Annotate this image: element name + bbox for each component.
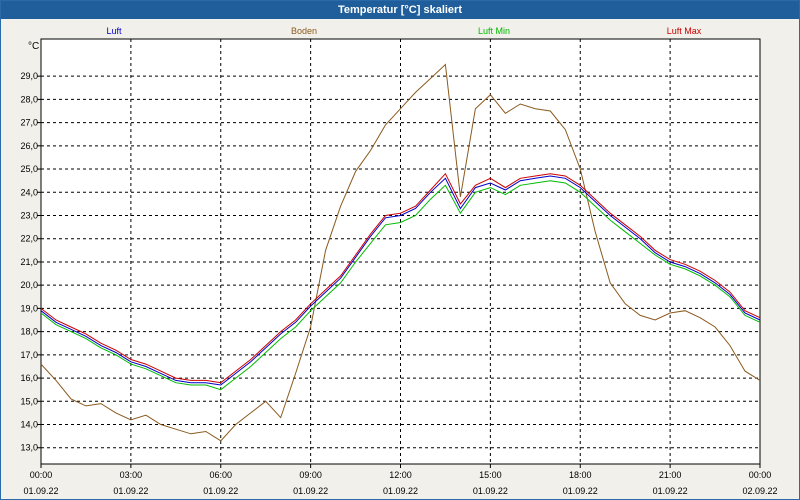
x-tick-time: 18:00 (569, 470, 592, 480)
y-tick-label: 15,0 (20, 396, 38, 406)
x-tick-date: 01.09.22 (473, 486, 508, 496)
legend-entry: Luft Min (478, 26, 510, 36)
x-tick-date: 01.09.22 (383, 486, 418, 496)
x-tick-date: 01.09.22 (113, 486, 148, 496)
legend-entry: Luft Max (667, 26, 702, 36)
y-tick-label: 16,0 (20, 373, 38, 383)
y-tick-label: 13,0 (20, 443, 38, 453)
x-tick-time: 00:00 (30, 470, 53, 480)
x-tick-date: 01.09.22 (653, 486, 688, 496)
x-tick-time: 12:00 (389, 470, 412, 480)
y-tick-label: 20,0 (20, 280, 38, 290)
y-tick-label: 29,0 (20, 71, 38, 81)
y-tick-label: 23,0 (20, 211, 38, 221)
x-tick-time: 03:00 (120, 470, 143, 480)
x-tick-time: 06:00 (209, 470, 232, 480)
x-tick-time: 21:00 (659, 470, 682, 480)
chart-window: Temperatur [°C] skaliert 13,0 14,0 15,0 16,… (0, 0, 800, 500)
y-tick-label: 14,0 (20, 420, 38, 430)
y-tick-label: 18,0 (20, 327, 38, 337)
x-tick-date: 01.09.22 (293, 486, 328, 496)
y-tick-label: 26,0 (20, 141, 38, 151)
y-axis-unit: °C (28, 41, 39, 52)
y-tick-label: 21,0 (20, 257, 38, 267)
y-tick-label: 27,0 (20, 118, 38, 128)
legend-entry: Luft (106, 26, 122, 36)
y-tick-label: 24,0 (20, 187, 38, 197)
x-tick-date: 01.09.22 (23, 486, 58, 496)
y-tick-label: 17,0 (20, 350, 38, 360)
x-tick-date: 01.09.22 (203, 486, 238, 496)
x-tick-time: 15:00 (479, 470, 502, 480)
y-tick-label: 19,0 (20, 303, 38, 313)
x-tick-date: 01.09.22 (563, 486, 598, 496)
temperature-chart: 13,0 14,0 15,0 16,0 17,0 18,0 19,0 20,0 21,0 22,0… (20, 26, 777, 496)
legend-entry: Boden (291, 26, 317, 36)
y-tick-label: 25,0 (20, 164, 38, 174)
x-tick-time: 00:00 (749, 470, 772, 480)
x-tick-date: 02.09.22 (742, 486, 777, 496)
chart-title: Temperatur [°C] skaliert (1, 1, 799, 19)
x-tick-time: 09:00 (299, 470, 322, 480)
y-tick-label: 28,0 (20, 94, 38, 104)
y-tick-label: 22,0 (20, 234, 38, 244)
